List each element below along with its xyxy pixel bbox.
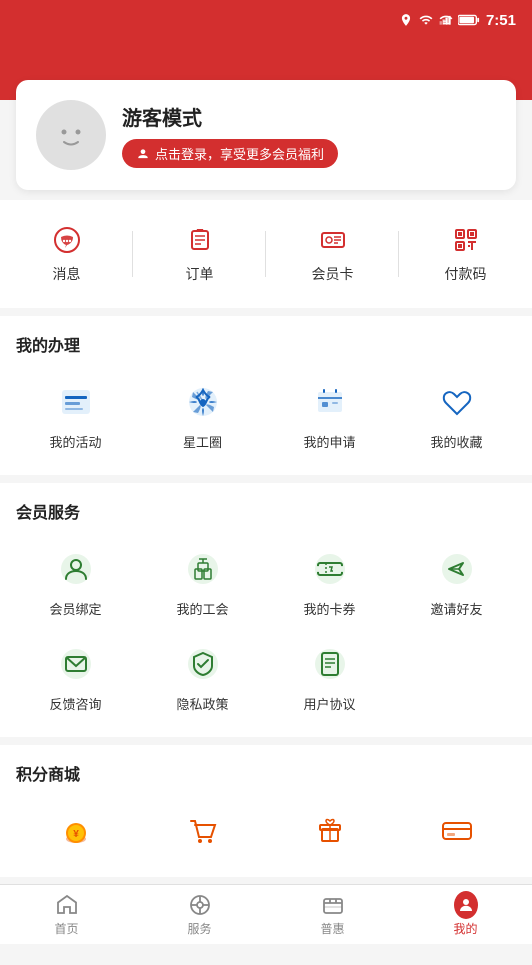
- member-bind-item[interactable]: 会员绑定: [16, 539, 135, 626]
- avatar: [36, 100, 106, 170]
- paycode-label: 付款码: [445, 264, 487, 284]
- status-icons: [399, 13, 480, 27]
- message-icon: [51, 224, 83, 256]
- coupon-label: 我的卡券: [303, 599, 355, 618]
- points-card-item[interactable]: [397, 801, 516, 861]
- profile-card: 游客模式 点击登录，享受更多会员福利: [16, 80, 516, 190]
- profile-name: 游客模式: [122, 102, 338, 131]
- nav-service[interactable]: 服务: [133, 885, 266, 944]
- nav-home-label: 首页: [54, 920, 78, 937]
- points-gift-item[interactable]: [270, 801, 389, 861]
- apply-label: 我的申请: [303, 432, 355, 451]
- coupon-icon: [308, 547, 352, 591]
- points-card-icon: [435, 809, 479, 853]
- member-section: 会员服务 会员绑定: [0, 483, 532, 737]
- quick-action-paycode[interactable]: 付款码: [399, 216, 532, 292]
- nav-welfare[interactable]: 普惠: [266, 885, 399, 944]
- star-circle-item[interactable]: 星工圈: [143, 372, 262, 459]
- member-section-title: 会员服务: [16, 499, 516, 523]
- favorite-label: 我的收藏: [430, 432, 482, 451]
- my-favorite-item[interactable]: 我的收藏: [397, 372, 516, 459]
- feedback-icon: [54, 642, 98, 686]
- member-bind-icon: [54, 547, 98, 591]
- favorite-icon: [435, 380, 479, 424]
- agreement-label: 用户协议: [303, 694, 355, 713]
- service-icon: [188, 893, 212, 917]
- union-label: 我的工会: [176, 599, 228, 618]
- svg-text:¥: ¥: [73, 829, 79, 840]
- member-grid-row2: 反馈咨询 隐私政策: [16, 634, 516, 721]
- star-circle-label: 星工圈: [183, 432, 222, 451]
- quick-action-membercard[interactable]: 会员卡: [266, 216, 399, 292]
- time-display: 7:51: [486, 12, 516, 29]
- order-label: 订单: [186, 264, 214, 284]
- agreement-icon: [308, 642, 352, 686]
- privacy-label: 隐私政策: [176, 694, 228, 713]
- mine-icon: [454, 893, 478, 917]
- apply-icon: [308, 380, 352, 424]
- activities-label: 我的活动: [49, 432, 101, 451]
- coins-icon: ¥: [54, 809, 98, 853]
- feedback-item[interactable]: 反馈咨询: [16, 634, 135, 721]
- login-prompt: 点击登录，享受更多会员福利: [155, 144, 324, 163]
- union-icon: [181, 547, 225, 591]
- quick-action-order[interactable]: 订单: [133, 216, 266, 292]
- paycode-icon: [450, 224, 482, 256]
- cart-icon: [181, 809, 225, 853]
- my-section-title: 我的办理: [16, 332, 516, 356]
- bottom-nav: 首页 服务 普惠: [0, 884, 532, 944]
- points-grid: ¥: [16, 801, 516, 861]
- points-coins-item[interactable]: ¥: [16, 801, 135, 861]
- order-icon: [184, 224, 216, 256]
- member-bind-label: 会员绑定: [49, 599, 101, 618]
- membercard-label: 会员卡: [312, 264, 354, 284]
- my-activities-item[interactable]: 我的活动: [16, 372, 135, 459]
- status-bar: 7:51: [0, 0, 532, 40]
- points-cart-item[interactable]: [143, 801, 262, 861]
- invite-icon: [435, 547, 479, 591]
- member-grid-row1: 会员绑定 我的工会: [16, 539, 516, 626]
- my-union-item[interactable]: 我的工会: [143, 539, 262, 626]
- nav-mine-label: 我的: [453, 920, 477, 937]
- my-apply-item[interactable]: 我的申请: [270, 372, 389, 459]
- my-coupon-item[interactable]: 我的卡券: [270, 539, 389, 626]
- welfare-icon: [321, 893, 345, 917]
- activities-icon: [54, 380, 98, 424]
- profile-info: 游客模式 点击登录，享受更多会员福利: [122, 102, 338, 168]
- message-label: 消息: [53, 264, 81, 284]
- gift-icon: [308, 809, 352, 853]
- empty-slot: [397, 634, 516, 721]
- points-section: 积分商城 ¥: [0, 745, 532, 877]
- invite-friend-item[interactable]: 邀请好友: [397, 539, 516, 626]
- star-circle-icon: [181, 380, 225, 424]
- nav-welfare-label: 普惠: [320, 920, 344, 937]
- nav-mine[interactable]: 我的: [399, 885, 532, 944]
- points-section-title: 积分商城: [16, 761, 516, 785]
- my-grid: 我的活动: [16, 372, 516, 459]
- nav-service-label: 服务: [187, 920, 211, 937]
- feedback-label: 反馈咨询: [49, 694, 101, 713]
- nav-home[interactable]: 首页: [0, 885, 133, 944]
- privacy-icon: [181, 642, 225, 686]
- membercard-icon: [317, 224, 349, 256]
- quick-actions: 消息 订单 会员卡: [0, 200, 532, 308]
- home-icon: [55, 893, 79, 917]
- quick-action-message[interactable]: 消息: [0, 216, 133, 292]
- agreement-item[interactable]: 用户协议: [270, 634, 389, 721]
- invite-label: 邀请好友: [430, 599, 482, 618]
- my-section: 我的办理 我的活动: [0, 316, 532, 475]
- privacy-item[interactable]: 隐私政策: [143, 634, 262, 721]
- login-button[interactable]: 点击登录，享受更多会员福利: [122, 139, 338, 168]
